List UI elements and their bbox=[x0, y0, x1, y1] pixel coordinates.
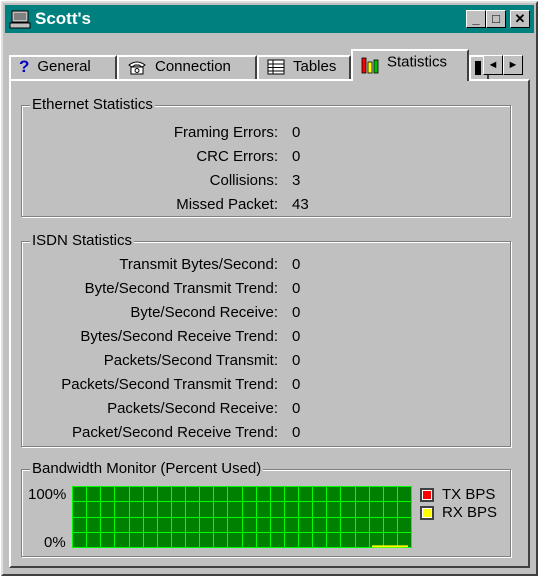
tab-clipped-edge bbox=[475, 61, 481, 75]
tab-connection[interactable]: Connection bbox=[117, 55, 257, 79]
maximize-button[interactable]: □ bbox=[486, 10, 506, 28]
isdn-statistics-group: ISDN Statistics Transmit Bytes/Second: 0… bbox=[21, 232, 511, 447]
packets-receive-value: 0 bbox=[292, 400, 301, 417]
arrow-right-icon: ► bbox=[507, 59, 519, 71]
transmit-bytes-value: 0 bbox=[292, 256, 301, 273]
computer-icon bbox=[9, 10, 31, 29]
tab-general-label: General bbox=[37, 58, 91, 75]
ethernet-row-crc-errors: CRC Errors: 0 bbox=[22, 146, 300, 168]
packet-receive-trend-label: Packet/Second Receive Trend: bbox=[72, 424, 278, 441]
ethernet-row-missed-packet: Missed Packet: 43 bbox=[22, 194, 308, 216]
bandwidth-group-title: Bandwidth Monitor (Percent Used) bbox=[30, 460, 264, 478]
transmit-trend-value: 0 bbox=[292, 280, 301, 297]
arrow-left-icon: ◄ bbox=[487, 59, 499, 71]
y-axis-bottom-label: 0% bbox=[44, 534, 66, 551]
receive-trend-label: Bytes/Second Receive Trend: bbox=[80, 328, 278, 345]
title-bar[interactable]: Scott's _ □ ✕ bbox=[5, 5, 534, 33]
framing-errors-label: Framing Errors: bbox=[173, 124, 278, 141]
ethernet-statistics-group: Ethernet Statistics Framing Errors: 0 CR… bbox=[21, 96, 511, 217]
tab-strip: ? General Connection Tables Statistics ◄… bbox=[9, 49, 530, 81]
crc-errors-label: CRC Errors: bbox=[196, 148, 278, 165]
close-button[interactable]: ✕ bbox=[510, 10, 530, 28]
close-icon: ✕ bbox=[514, 11, 526, 26]
rx-legend-label: RX BPS bbox=[442, 504, 498, 521]
isdn-group-title: ISDN Statistics bbox=[30, 232, 135, 250]
packets-transmit-trend-label: Packets/Second Transmit Trend: bbox=[61, 376, 278, 393]
packets-transmit-label: Packets/Second Transmit: bbox=[103, 352, 278, 369]
receive-trend-value: 0 bbox=[292, 328, 301, 345]
tx-legend-label: TX BPS bbox=[442, 486, 496, 503]
framing-errors-value: 0 bbox=[292, 124, 301, 141]
y-axis-top-label: 100% bbox=[28, 486, 67, 503]
isdn-row: Byte/Second Transmit Trend: 0 bbox=[22, 278, 301, 300]
tab-tables-label: Tables bbox=[293, 58, 337, 75]
collisions-label: Collisions: bbox=[209, 172, 278, 189]
ethernet-row-framing-errors: Framing Errors: 0 bbox=[22, 122, 301, 144]
ethernet-row-collisions: Collisions: 3 bbox=[22, 170, 301, 192]
missed-packet-value: 43 bbox=[292, 196, 309, 213]
tx-legend-swatch bbox=[423, 491, 431, 499]
tab-connection-label: Connection bbox=[155, 58, 231, 75]
packets-transmit-value: 0 bbox=[292, 352, 301, 369]
packets-transmit-trend-value: 0 bbox=[292, 376, 301, 393]
rx-legend-box bbox=[420, 506, 434, 520]
byte-receive-value: 0 bbox=[292, 304, 301, 321]
minimize-button[interactable]: _ bbox=[466, 10, 486, 28]
table-icon bbox=[267, 59, 285, 75]
missed-packet-label: Missed Packet: bbox=[176, 196, 278, 213]
collisions-value: 3 bbox=[292, 172, 301, 189]
tab-scroll-right-button[interactable]: ► bbox=[503, 55, 523, 75]
bandwidth-graph bbox=[72, 486, 412, 548]
packets-receive-label: Packets/Second Receive: bbox=[107, 400, 278, 417]
isdn-row: Packet/Second Receive Trend: 0 bbox=[22, 422, 300, 444]
isdn-row: Byte/Second Receive: 0 bbox=[22, 302, 300, 324]
tx-legend-box bbox=[420, 488, 434, 502]
tab-tables[interactable]: Tables bbox=[257, 55, 351, 79]
rx-legend-swatch bbox=[423, 509, 431, 517]
isdn-row: Bytes/Second Receive Trend: 0 bbox=[22, 326, 300, 348]
tab-general[interactable]: ? General bbox=[9, 55, 117, 79]
tab-statistics-label: Statistics bbox=[387, 53, 448, 71]
statistics-panel: Ethernet Statistics Framing Errors: 0 CR… bbox=[9, 79, 530, 568]
packet-receive-trend-value: 0 bbox=[292, 424, 301, 441]
window-title: Scott's bbox=[35, 9, 91, 28]
isdn-row: Packets/Second Transmit Trend: 0 bbox=[22, 374, 300, 396]
help-icon: ? bbox=[19, 57, 30, 77]
tab-statistics[interactable]: Statistics bbox=[351, 49, 469, 81]
phone-icon bbox=[128, 61, 146, 75]
ethernet-group-title: Ethernet Statistics bbox=[30, 96, 155, 114]
transmit-bytes-label: Transmit Bytes/Second: bbox=[119, 256, 278, 273]
maximize-icon: □ bbox=[492, 11, 500, 26]
transmit-trend-label: Byte/Second Transmit Trend: bbox=[84, 280, 278, 297]
isdn-row: Transmit Bytes/Second: 0 bbox=[22, 254, 300, 276]
minimize-icon: _ bbox=[472, 11, 480, 26]
crc-errors-value: 0 bbox=[292, 148, 301, 165]
statistics-window: Scott's _ □ ✕ ? General Connection Tables bbox=[1, 1, 538, 576]
byte-receive-label: Byte/Second Receive: bbox=[130, 304, 278, 321]
isdn-row: Packets/Second Transmit: 0 bbox=[22, 350, 301, 372]
tab-scroll-left-button[interactable]: ◄ bbox=[483, 55, 503, 75]
bar-chart-icon bbox=[361, 57, 379, 74]
isdn-row: Packets/Second Receive: 0 bbox=[22, 398, 300, 420]
bandwidth-monitor-group: Bandwidth Monitor (Percent Used) 100% 0%… bbox=[21, 460, 511, 557]
